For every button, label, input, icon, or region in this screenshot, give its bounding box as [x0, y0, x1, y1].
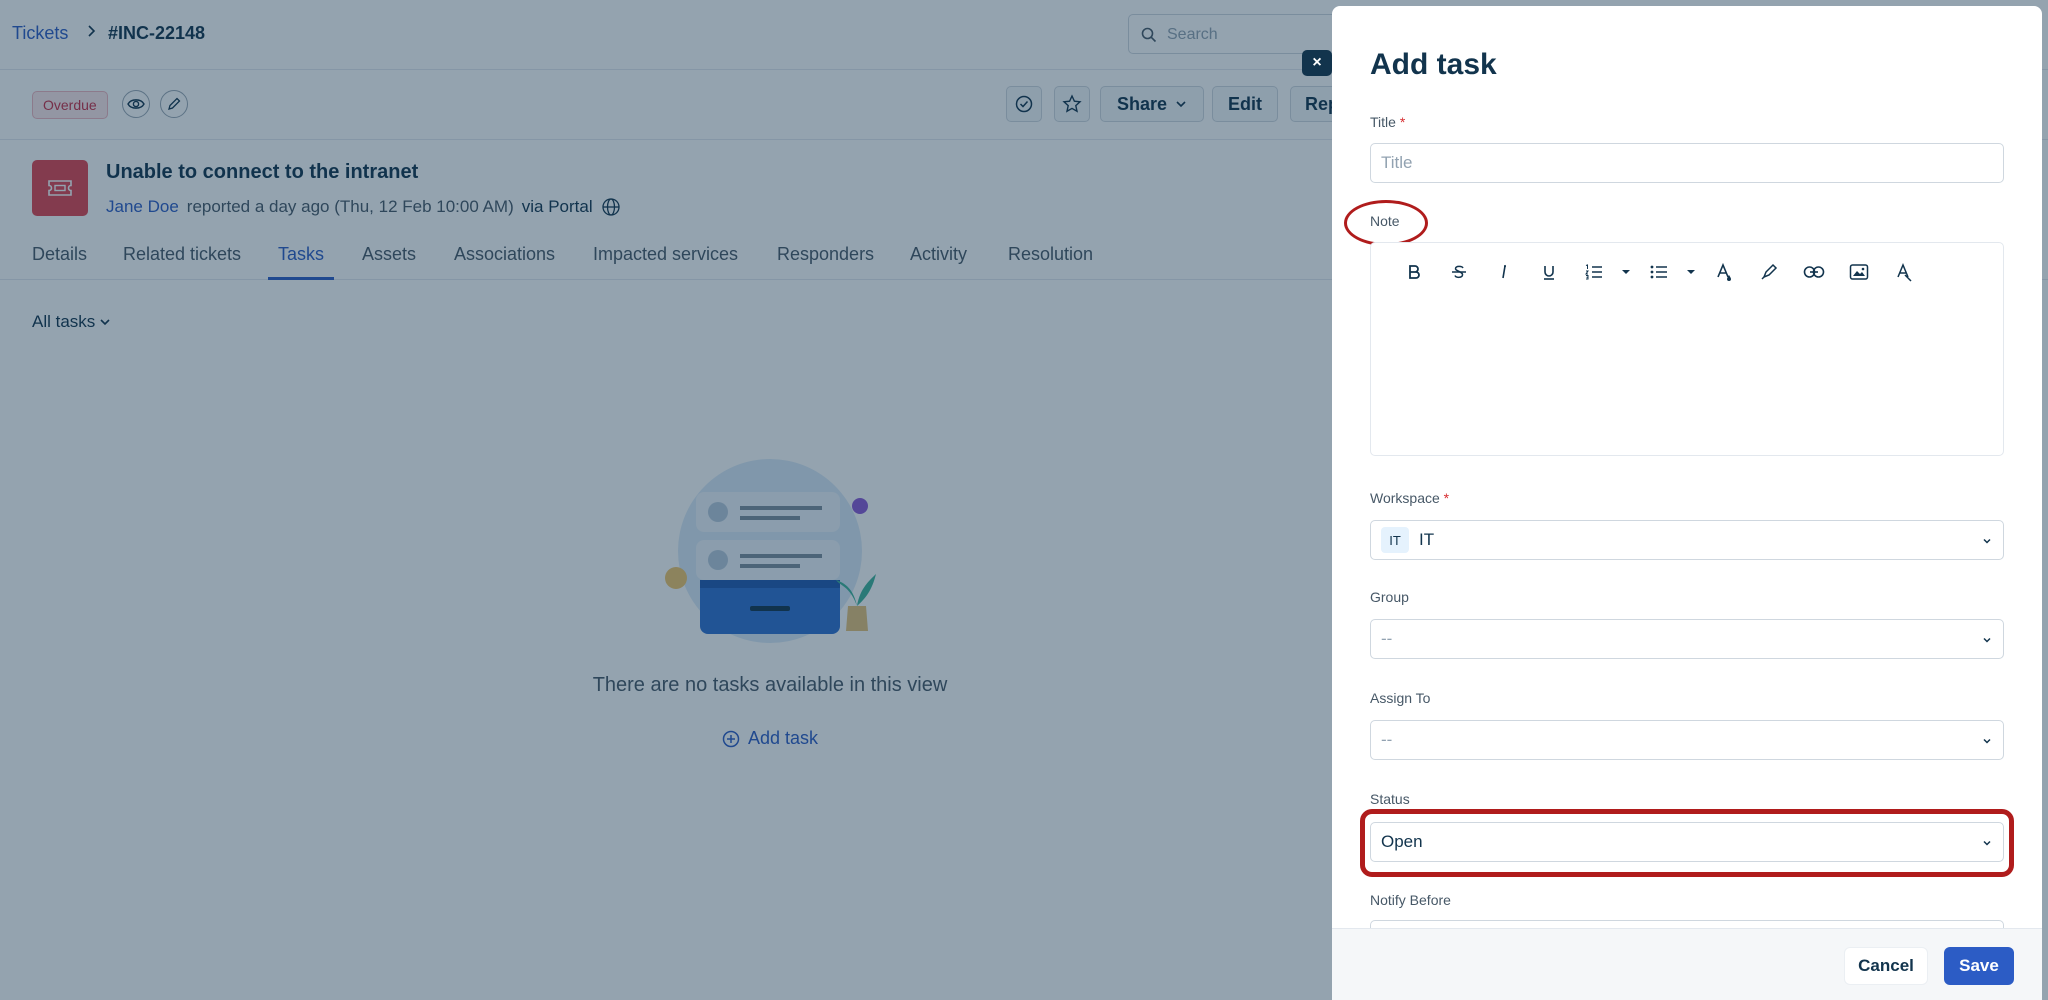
chevron-down-icon [1983, 738, 1991, 744]
clear-format-button[interactable] [1881, 257, 1926, 287]
ordered-list-icon [1584, 264, 1602, 280]
status-field-label: Status [1370, 791, 1410, 807]
text-color-button[interactable] [1701, 257, 1746, 287]
clear-format-icon [1896, 263, 1912, 282]
strikethrough-button[interactable] [1436, 257, 1481, 287]
cancel-button[interactable]: Cancel [1844, 947, 1928, 985]
title-label-text: Title [1370, 114, 1396, 130]
image-button[interactable] [1836, 257, 1881, 287]
close-icon: × [1312, 54, 1322, 71]
required-marker: * [1443, 490, 1450, 506]
add-task-drawer: Add task Title * Note [1332, 6, 2042, 1000]
strikethrough-icon [1451, 265, 1466, 279]
bold-icon [1408, 265, 1420, 279]
save-button[interactable]: Save [1944, 947, 2014, 985]
group-select[interactable]: -- [1370, 619, 2004, 659]
highlight-button[interactable] [1746, 257, 1791, 287]
title-input[interactable] [1371, 144, 2003, 182]
link-button[interactable] [1791, 257, 1836, 287]
assign-to-field-label: Assign To [1370, 690, 1431, 706]
workspace-select[interactable]: IT IT [1370, 520, 2004, 560]
text-color-icon [1716, 262, 1731, 281]
group-value: -- [1381, 629, 1393, 648]
workspace-chip: IT [1381, 527, 1409, 553]
caret-down-icon [1622, 270, 1630, 274]
chevron-down-icon [1983, 538, 1991, 544]
link-icon [1803, 266, 1824, 278]
workspace-value: IT [1419, 530, 1435, 549]
assign-to-select[interactable]: -- [1370, 720, 2004, 760]
workspace-field-label: Workspace * [1370, 490, 1449, 506]
underline-button[interactable] [1526, 257, 1571, 287]
title-field-label: Title * [1370, 114, 1405, 130]
ordered-list-dropdown[interactable] [1616, 257, 1636, 287]
italic-button[interactable] [1481, 257, 1526, 287]
annotation-note-ellipse [1344, 200, 1428, 246]
group-field-label: Group [1370, 589, 1409, 605]
italic-icon [1501, 264, 1506, 279]
title-field[interactable] [1370, 143, 2004, 183]
ordered-list-button[interactable] [1571, 257, 1616, 287]
drawer-title: Add task [1370, 48, 1497, 81]
drawer-footer: Cancel Save [1332, 928, 2042, 1000]
workspace-label-text: Workspace [1370, 490, 1440, 506]
assign-to-value: -- [1381, 730, 1393, 749]
unordered-list-dropdown[interactable] [1681, 257, 1701, 287]
editor-toolbar [1391, 257, 1926, 287]
unordered-list-button[interactable] [1636, 257, 1681, 287]
underline-icon [1543, 266, 1554, 280]
highlight-icon [1760, 263, 1777, 280]
annotation-status-highlight [1360, 809, 2014, 877]
caret-down-icon [1687, 270, 1695, 274]
unordered-list-icon [1650, 265, 1667, 279]
bold-button[interactable] [1391, 257, 1436, 287]
image-icon [1849, 264, 1868, 280]
notify-before-field-label: Notify Before [1370, 892, 1451, 908]
required-marker: * [1399, 114, 1406, 130]
note-editor[interactable] [1370, 242, 2004, 456]
close-drawer-button[interactable]: × [1302, 50, 1332, 76]
chevron-down-icon [1983, 637, 1991, 643]
